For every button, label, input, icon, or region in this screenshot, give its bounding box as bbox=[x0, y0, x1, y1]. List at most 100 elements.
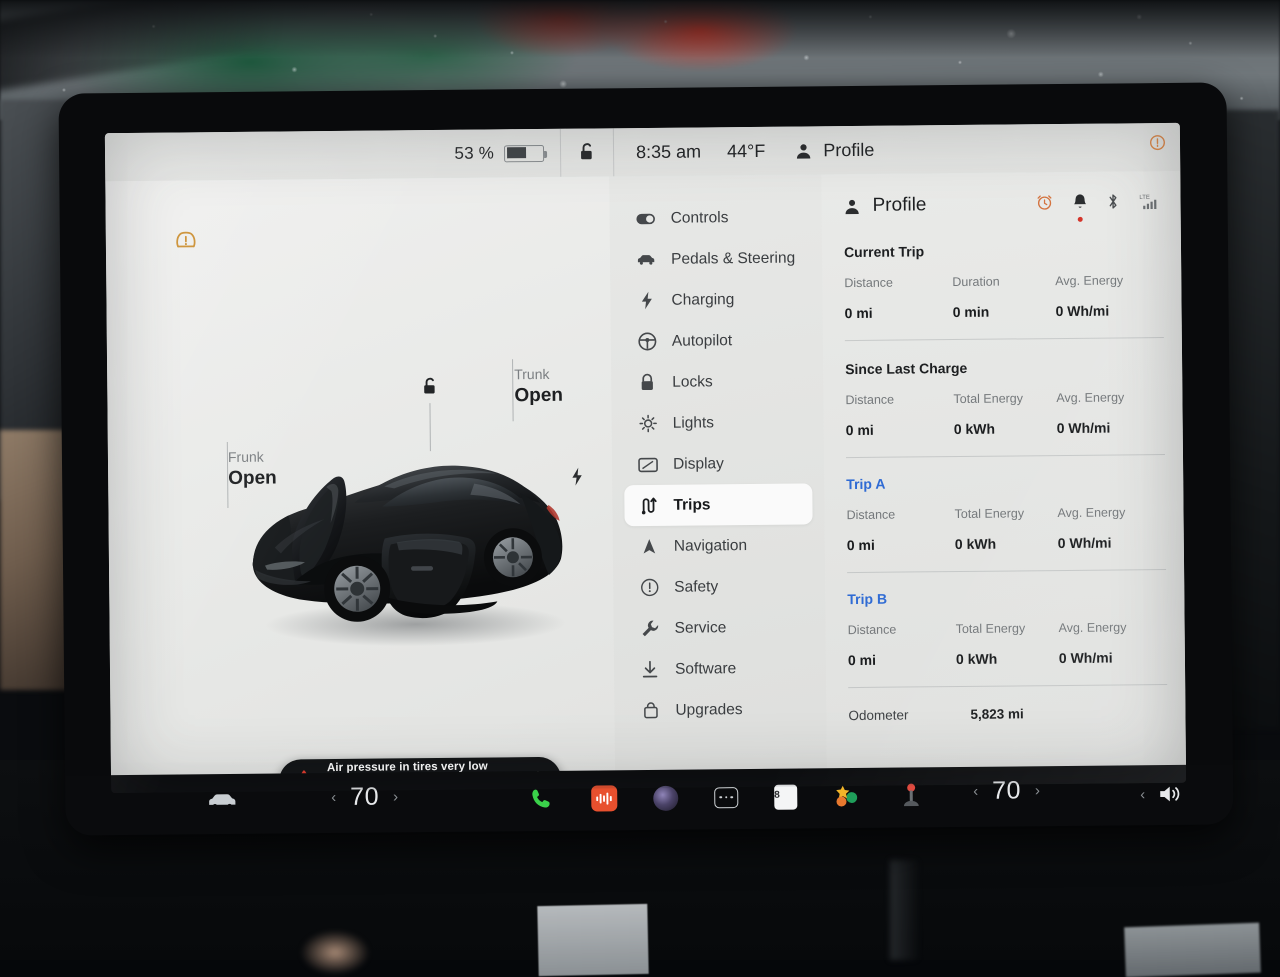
car-icon bbox=[207, 790, 237, 810]
doors-unlocked-indicator[interactable] bbox=[420, 376, 440, 403]
section-trip-b: Trip B Distance Total Energy Avg. Energy… bbox=[847, 570, 1167, 688]
vehicle-render[interactable] bbox=[234, 409, 588, 652]
sidebar-item-lights[interactable]: Lights bbox=[623, 401, 811, 444]
sidebar-label: Display bbox=[673, 455, 724, 473]
temp-decrease-left[interactable]: ‹ bbox=[331, 789, 336, 806]
sidebar-item-service[interactable]: Service bbox=[625, 606, 813, 649]
notification-badge bbox=[1078, 216, 1083, 221]
profile-label: Profile bbox=[823, 139, 874, 160]
media-app-button[interactable] bbox=[591, 785, 617, 811]
phone-icon bbox=[529, 787, 553, 811]
column-value: 0 kWh bbox=[956, 650, 1059, 667]
windshield-shadow bbox=[0, 0, 1280, 58]
column-value: 0 mi bbox=[847, 536, 955, 553]
sidebar-item-trips[interactable]: Trips bbox=[624, 483, 812, 526]
temp-increase-right[interactable]: › bbox=[1035, 782, 1040, 799]
dot bbox=[720, 796, 723, 799]
profile-title-group[interactable]: Profile bbox=[843, 194, 926, 217]
climate-driver-control[interactable]: ‹ 70 › bbox=[331, 782, 398, 812]
console-pillar bbox=[890, 860, 920, 960]
lte-signal-icon[interactable]: LTE bbox=[1138, 192, 1160, 215]
lock-status-button[interactable] bbox=[561, 141, 613, 163]
settings-sidebar: Controls Pedals & Steering Charging Auto… bbox=[609, 174, 827, 788]
person-icon bbox=[795, 142, 812, 159]
sidebar-item-controls[interactable]: Controls bbox=[621, 196, 809, 239]
sidebar-item-autopilot[interactable]: Autopilot bbox=[623, 319, 811, 362]
download-icon bbox=[640, 660, 660, 679]
column-value: 0 kWh bbox=[955, 535, 1058, 552]
sidebar-item-software[interactable]: Software bbox=[626, 647, 814, 690]
odometer-row: Odometer 5,823 mi bbox=[848, 685, 1167, 723]
sidebar-item-display[interactable]: Display bbox=[624, 442, 812, 485]
sidebar-item-safety[interactable]: Safety bbox=[625, 565, 813, 608]
sidebar-item-pedals-steering[interactable]: Pedals & Steering bbox=[622, 237, 810, 280]
more-apps-button[interactable] bbox=[714, 787, 738, 808]
vehicle-visualization-pane[interactable]: Frunk Open Trunk Open bbox=[105, 176, 615, 793]
profile-button[interactable]: Profile bbox=[765, 139, 874, 161]
corner-alert-button[interactable] bbox=[1149, 134, 1166, 156]
battery-status[interactable]: 53 % bbox=[105, 143, 560, 167]
odometer-label: Odometer bbox=[848, 707, 970, 723]
rear-wheel bbox=[484, 528, 543, 587]
sidebar-item-charging[interactable]: Charging bbox=[622, 278, 810, 321]
trip-b-reset-link[interactable]: Trip B bbox=[847, 588, 1166, 607]
trip-a-reset-link[interactable]: Trip A bbox=[846, 473, 1165, 492]
alarm-clock-icon[interactable] bbox=[1035, 193, 1053, 216]
section-columns: Distance Total Energy Avg. Energy 0 mi 0… bbox=[845, 390, 1164, 438]
console-paper bbox=[537, 904, 648, 976]
svg-text:LTE: LTE bbox=[1139, 194, 1150, 200]
dot bbox=[725, 796, 728, 799]
car-status-button[interactable] bbox=[207, 790, 237, 815]
temp-decrease-right[interactable]: ‹ bbox=[973, 783, 978, 800]
tesla-touchscreen-device: 53 % 8:35 am 44°F bbox=[58, 82, 1233, 835]
sidebar-label: Software bbox=[675, 660, 736, 679]
volume-prev-chevron[interactable]: ‹ bbox=[1140, 786, 1145, 803]
passenger-temperature: 70 bbox=[992, 776, 1021, 805]
sidebar-label: Upgrades bbox=[675, 701, 742, 720]
camera-app-button[interactable] bbox=[653, 785, 678, 810]
column-value: 0 kWh bbox=[954, 420, 1057, 437]
tire-pressure-warning-icon[interactable] bbox=[174, 228, 198, 257]
media-waveform-icon bbox=[595, 791, 613, 805]
temp-increase-left[interactable]: › bbox=[393, 788, 398, 805]
toybox-icon bbox=[834, 784, 860, 808]
climate-passenger-control[interactable]: ‹ 70 › bbox=[973, 776, 1040, 806]
person-icon bbox=[843, 197, 860, 214]
section-columns: Distance Total Energy Avg. Energy 0 mi 0… bbox=[848, 620, 1167, 668]
page-title: Profile bbox=[872, 194, 926, 217]
odometer-value: 5,823 mi bbox=[970, 706, 1023, 722]
column-value: 0 Wh/mi bbox=[1055, 302, 1163, 319]
driver-temperature: 70 bbox=[350, 783, 379, 812]
car-icon bbox=[636, 253, 656, 266]
sidebar-item-locks[interactable]: Locks bbox=[623, 360, 811, 403]
section-trip-a: Trip A Distance Total Energy Avg. Energy… bbox=[846, 455, 1166, 573]
column-header: Avg. Energy bbox=[1059, 620, 1167, 635]
bluetooth-icon[interactable] bbox=[1106, 192, 1119, 215]
column-value: 0 Wh/mi bbox=[1058, 534, 1166, 551]
steering-wheel-icon bbox=[637, 332, 657, 351]
section-current-trip: Current Trip Distance Duration Avg. Ener… bbox=[844, 235, 1164, 341]
sidebar-label: Autopilot bbox=[672, 332, 732, 351]
speaker-volume-icon bbox=[1157, 783, 1185, 805]
sidebar-label: Locks bbox=[672, 373, 713, 391]
calendar-app-button[interactable]: 8 bbox=[774, 784, 797, 809]
trunk-status[interactable]: Trunk Open bbox=[514, 365, 563, 408]
column-header: Distance bbox=[844, 275, 952, 290]
exclamation-circle-icon bbox=[639, 578, 659, 597]
toybox-app-button[interactable] bbox=[833, 782, 861, 810]
touchscreen-display: 53 % 8:35 am 44°F bbox=[105, 123, 1186, 793]
sidebar-label: Pedals & Steering bbox=[671, 249, 795, 268]
time-temp-group: 8:35 am 44°F bbox=[614, 140, 765, 162]
column-header: Duration bbox=[952, 274, 1055, 289]
sidebar-item-upgrades[interactable]: Upgrades bbox=[626, 688, 814, 731]
console-paper-2 bbox=[1124, 923, 1261, 977]
volume-control[interactable]: ‹ bbox=[1140, 783, 1185, 805]
toggle-switch-icon bbox=[636, 212, 656, 224]
arcade-joystick-icon bbox=[900, 782, 922, 808]
sidebar-item-navigation[interactable]: Navigation bbox=[625, 524, 813, 567]
bottom-dock: ‹ 70 › bbox=[65, 764, 1234, 835]
phone-app-button[interactable] bbox=[527, 785, 555, 813]
front-wheel bbox=[324, 555, 391, 622]
arcade-app-button[interactable] bbox=[897, 781, 925, 809]
notifications-bell-button[interactable] bbox=[1072, 192, 1087, 215]
